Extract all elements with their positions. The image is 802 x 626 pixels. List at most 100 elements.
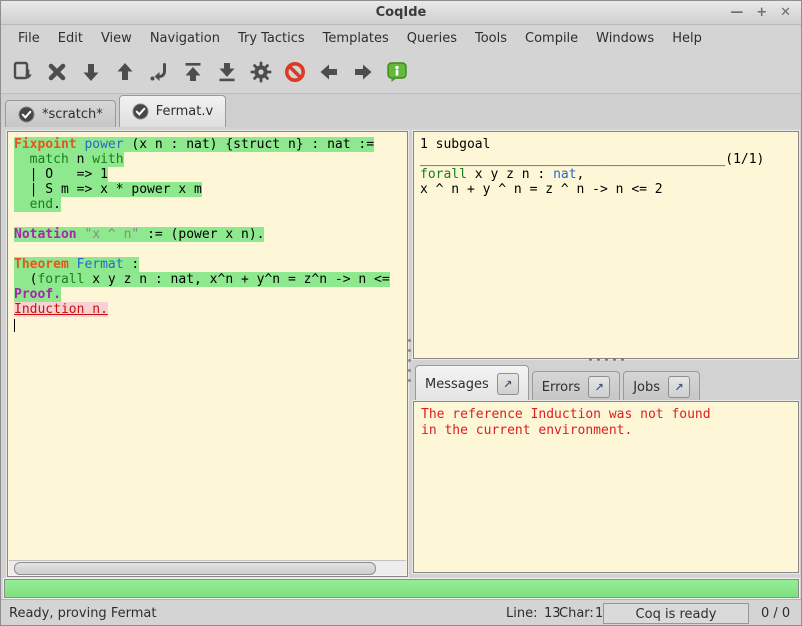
code-line: | O => 1 [14,167,407,182]
tab-label: Fermat.v [156,104,213,119]
go-down-icon [79,60,103,84]
forward-icon [351,60,375,84]
go-to-cursor-icon [147,60,171,84]
goals-content: 1 subgoal_______________________________… [414,132,798,202]
code-line: (forall x y z n : nat, x^n + y^n = z^n -… [14,272,407,287]
horizontal-splitter[interactable] [576,357,636,362]
code-line: Theorem Fermat : [14,257,407,272]
script-pane: Fixpoint power (x n : nat) {struct n} : … [7,131,408,577]
detach-icon: ↗ [503,378,512,391]
next-occurrence-button[interactable] [347,56,379,88]
previous-occurrence-button[interactable] [313,56,345,88]
window-title: CoqIde [376,5,427,20]
about-button[interactable] [381,56,413,88]
tab-label: Messages [425,377,489,392]
menu-compile[interactable]: Compile [516,31,587,46]
menu-help[interactable]: Help [663,31,711,46]
go-to-start-icon [181,60,205,84]
maximize-button[interactable]: + [756,1,767,24]
menu-view[interactable]: View [92,31,141,46]
step-back-button[interactable] [109,56,141,88]
vertical-splitter[interactable] [407,339,412,385]
close-buffer-button[interactable] [41,56,73,88]
interrupt-icon [283,60,307,84]
save-button[interactable] [7,56,39,88]
code-line: Induction n. [14,302,407,317]
code-line: Notation "x ^ n" := (power x n). [14,227,407,242]
code-line: _______________________________________(… [420,152,792,167]
gear-icon [249,60,273,84]
minimize-button[interactable]: — [730,1,743,24]
go-to-cursor-button[interactable] [143,56,175,88]
interrupt-button[interactable] [279,56,311,88]
menu-bar: File Edit View Navigation Try Tactics Te… [1,25,801,51]
detach-button[interactable]: ↗ [497,373,519,395]
code-line [14,317,407,332]
menu-queries[interactable]: Queries [398,31,466,46]
char-label: Char: [559,600,594,626]
menu-templates[interactable]: Templates [314,31,398,46]
code-line: Proof. [14,287,407,302]
progress-bar [4,579,799,598]
save-icon [11,60,35,84]
scrollbar-thumb[interactable] [14,562,376,575]
text-caret [14,319,15,332]
code-line: | S m => x * power x m [14,182,407,197]
go-up-icon [113,60,137,84]
tab-label: Jobs [633,380,660,395]
detach-button[interactable]: ↗ [588,376,610,398]
code-line [14,242,407,257]
code-line: x ^ n + y ^ n = z ^ n -> n <= 2 [420,182,792,197]
code-line: forall x y z n : nat, [420,167,792,182]
menu-tools[interactable]: Tools [466,31,516,46]
tab-scratch[interactable]: *scratch* [5,100,116,127]
coqide-window: CoqIde — + ✕ File Edit View Navigation T… [0,0,802,626]
messages-tabbar: Messages ↗ Errors ↗ Jobs ↗ [415,365,703,402]
toolbar [1,51,801,94]
code-line: end. [14,197,407,212]
messages-panel: The reference Induction was not foundin … [413,401,799,573]
menu-file[interactable]: File [9,31,49,46]
slaves-counter: 0 / 0 [761,600,790,626]
menu-navigation[interactable]: Navigation [141,31,229,46]
tab-label: *scratch* [42,107,103,122]
code-line: match n with [14,152,407,167]
status-message: Ready, proving Fermat [9,600,156,626]
title-bar[interactable]: CoqIde — + ✕ [1,1,801,25]
detach-icon: ↗ [595,381,604,394]
go-to-end-button[interactable] [211,56,243,88]
tab-label: Errors [542,380,580,395]
close-button[interactable]: ✕ [780,1,791,24]
tab-errors[interactable]: Errors ↗ [532,371,620,402]
go-to-end-icon [215,60,239,84]
tab-jobs[interactable]: Jobs ↗ [623,371,700,402]
horizontal-scrollbar[interactable] [9,560,406,575]
code-editor[interactable]: Fixpoint power (x n : nat) {struct n} : … [8,132,407,561]
messages-content: The reference Induction was not foundin … [414,402,798,444]
message-line: in the current environment. [421,423,791,439]
go-to-start-button[interactable] [177,56,209,88]
tab-messages[interactable]: Messages ↗ [415,365,529,402]
status-bar: Ready, proving Fermat Line: 13 Char: 1 C… [1,599,802,626]
detach-button[interactable]: ↗ [668,376,690,398]
goals-panel: 1 subgoal_______________________________… [413,131,799,359]
preferences-button[interactable] [245,56,277,88]
main-area: Fixpoint power (x n : nat) {struct n} : … [1,127,802,577]
tab-fermat[interactable]: Fermat.v [119,95,226,127]
menu-edit[interactable]: Edit [49,31,92,46]
line-label: Line: [506,600,537,626]
about-icon [385,60,409,84]
saved-check-icon [18,106,35,123]
back-icon [317,60,341,84]
step-forward-button[interactable] [75,56,107,88]
menu-try-tactics[interactable]: Try Tactics [229,31,314,46]
coq-status-indicator: Coq is ready [603,603,749,624]
code-line: 1 subgoal [420,137,792,152]
code-line [14,212,407,227]
message-line: The reference Induction was not found [421,407,791,423]
code-line: Fixpoint power (x n : nat) {struct n} : … [14,137,407,152]
detach-icon: ↗ [674,381,683,394]
menu-windows[interactable]: Windows [587,31,663,46]
close-icon [45,60,69,84]
saved-check-icon [132,103,149,120]
